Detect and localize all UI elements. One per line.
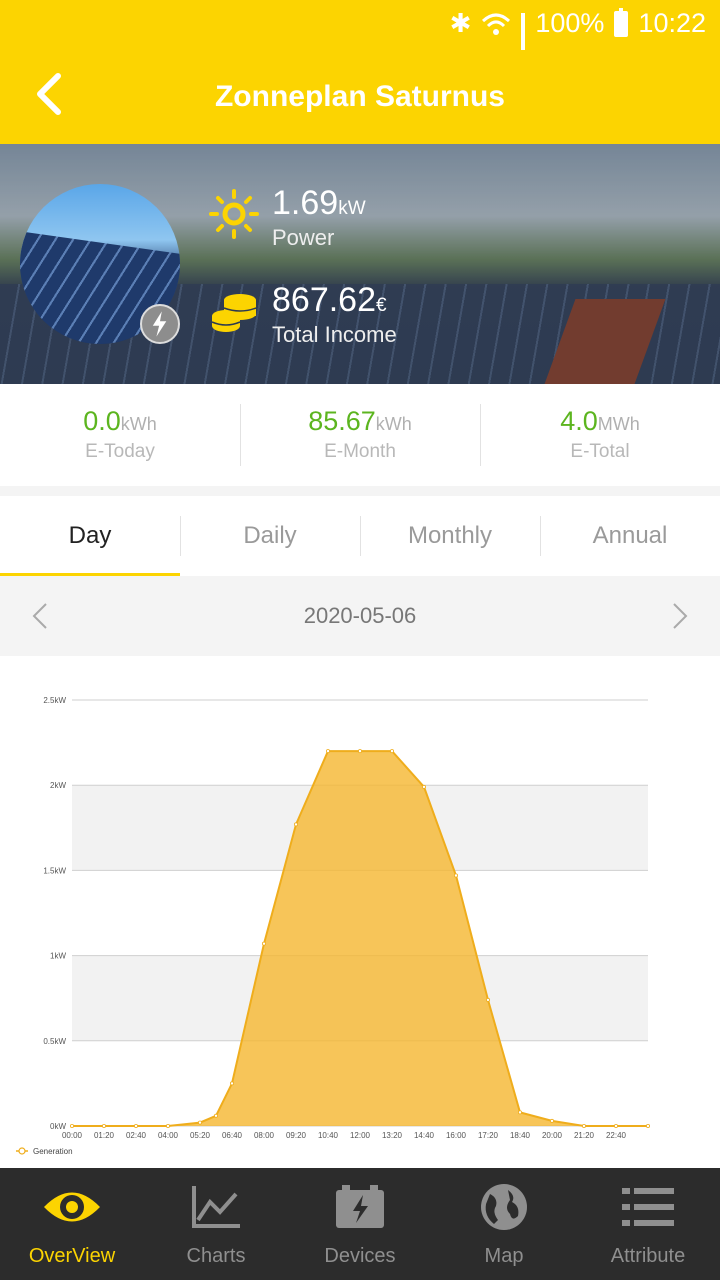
power-unit: kW xyxy=(338,198,366,219)
income-metric: 867.62€ Total Income xyxy=(208,281,397,348)
selected-date[interactable]: 2020-05-06 xyxy=(0,603,720,629)
x-tick-label: 14:40 xyxy=(414,1131,435,1140)
legend-swatch xyxy=(18,1147,26,1155)
date-selector: 2020-05-06 xyxy=(0,576,720,656)
period-tabs: Day Daily Monthly Annual xyxy=(0,496,720,576)
x-tick-label: 17:20 xyxy=(478,1131,499,1140)
battery-percent: 100% xyxy=(535,8,605,38)
clock: 10:22 xyxy=(638,8,706,38)
line-chart-icon xyxy=(192,1186,240,1228)
plant-banner xyxy=(0,144,720,384)
generation-point xyxy=(325,749,330,754)
x-tick-label: 10:40 xyxy=(318,1131,339,1140)
power-label: Power xyxy=(272,225,335,250)
legend-label: Generation xyxy=(33,1147,73,1156)
tab-annual[interactable]: Annual xyxy=(540,496,720,576)
nav-attribute[interactable]: Attribute xyxy=(576,1168,720,1280)
page-title: Zonneplan Saturnus xyxy=(214,80,505,113)
nav-charts[interactable]: Charts xyxy=(144,1168,288,1280)
x-tick-label: 02:40 xyxy=(126,1131,147,1140)
x-tick-label: 06:40 xyxy=(222,1131,243,1140)
stat-e-month: 85.67kWh E-Month xyxy=(240,384,480,486)
lightning-bolt-icon xyxy=(140,304,180,344)
list-icon xyxy=(622,1188,674,1226)
generation-point xyxy=(261,941,266,946)
y-tick-label: 0kW xyxy=(50,1122,66,1131)
tab-daily[interactable]: Daily xyxy=(180,496,360,576)
stat-e-total: 4.0MWh E-Total xyxy=(480,384,720,486)
generation-point xyxy=(70,1123,75,1128)
x-tick-label: 18:40 xyxy=(510,1131,531,1140)
tab-day[interactable]: Day xyxy=(0,496,180,576)
nav-map[interactable]: Map xyxy=(432,1168,576,1280)
generation-point xyxy=(518,1110,523,1115)
x-tick-label: 05:20 xyxy=(190,1131,211,1140)
generation-chart-svg: 0kW 0.5kW 1kW 1.5kW 2kW 2.5kW 00:00 01:20 02:40 0… xyxy=(16,696,651,1156)
income-unit: € xyxy=(376,295,387,316)
generation-point xyxy=(213,1113,218,1118)
generation-point xyxy=(165,1123,170,1128)
generation-point xyxy=(550,1118,555,1123)
bluetooth-icon: ✱ xyxy=(449,8,472,38)
x-tick-label: 21:20 xyxy=(574,1131,595,1140)
globe-icon xyxy=(481,1184,527,1230)
y-tick-label: 2.5kW xyxy=(43,696,66,705)
x-tick-label: 04:00 xyxy=(158,1131,179,1140)
generation-chart: 0kW 0.5kW 1kW 1.5kW 2kW 2.5kW 00:00 01:20 02:40 0… xyxy=(0,656,720,1168)
x-tick-label: 00:00 xyxy=(62,1131,83,1140)
wifi-icon xyxy=(482,13,511,35)
y-tick-label: 1kW xyxy=(50,952,66,961)
generation-point xyxy=(421,784,426,789)
tab-monthly[interactable]: Monthly xyxy=(360,496,540,576)
generation-point xyxy=(357,749,362,754)
eye-icon xyxy=(44,1192,100,1222)
nav-devices[interactable]: Devices xyxy=(288,1168,432,1280)
bottom-navigation: OverView Charts Devices Map Attribute xyxy=(0,1168,720,1280)
stat-e-today: 0.0kWh E-Today xyxy=(83,406,157,462)
x-tick-label: 09:20 xyxy=(286,1131,307,1140)
x-tick-label: 20:00 xyxy=(542,1131,563,1140)
y-tick-label: 0.5kW xyxy=(43,1037,66,1046)
status-bar: ✱ 100% 10:22 xyxy=(0,0,720,68)
income-value: 867.62 xyxy=(272,281,376,319)
nav-overview[interactable]: OverView xyxy=(0,1168,144,1280)
generation-point xyxy=(197,1120,202,1125)
generation-point xyxy=(102,1123,107,1128)
generation-point xyxy=(646,1123,651,1128)
generation-point xyxy=(453,873,458,878)
battery-icon xyxy=(614,7,629,37)
x-tick-label: 13:20 xyxy=(382,1131,403,1140)
generation-point xyxy=(485,997,490,1002)
generation-point xyxy=(389,749,394,754)
next-date-icon[interactable] xyxy=(662,598,698,634)
generation-point xyxy=(293,822,298,827)
generation-point xyxy=(133,1123,138,1128)
x-tick-label: 12:00 xyxy=(350,1131,371,1140)
energy-stats: 0.0kWh E-Today 85.67kWh E-Month 4.0MWh E… xyxy=(0,384,720,486)
y-tick-label: 2kW xyxy=(50,781,66,790)
power-metric: 1.69kW Power xyxy=(208,184,366,251)
generation-point xyxy=(614,1123,619,1128)
generation-point xyxy=(229,1081,234,1086)
app-bar: Zonneplan Saturnus xyxy=(0,50,720,144)
x-tick-label: 16:00 xyxy=(446,1131,467,1140)
x-tick-label: 08:00 xyxy=(254,1131,275,1140)
generation-point xyxy=(582,1123,587,1128)
income-label: Total Income xyxy=(272,322,397,347)
signal-icon xyxy=(521,12,526,68)
battery-bolt-icon xyxy=(336,1185,384,1228)
power-value: 1.69 xyxy=(272,184,339,222)
x-tick-label: 01:20 xyxy=(94,1131,115,1140)
x-tick-label: 22:40 xyxy=(606,1131,627,1140)
y-tick-label: 1.5kW xyxy=(43,866,66,875)
